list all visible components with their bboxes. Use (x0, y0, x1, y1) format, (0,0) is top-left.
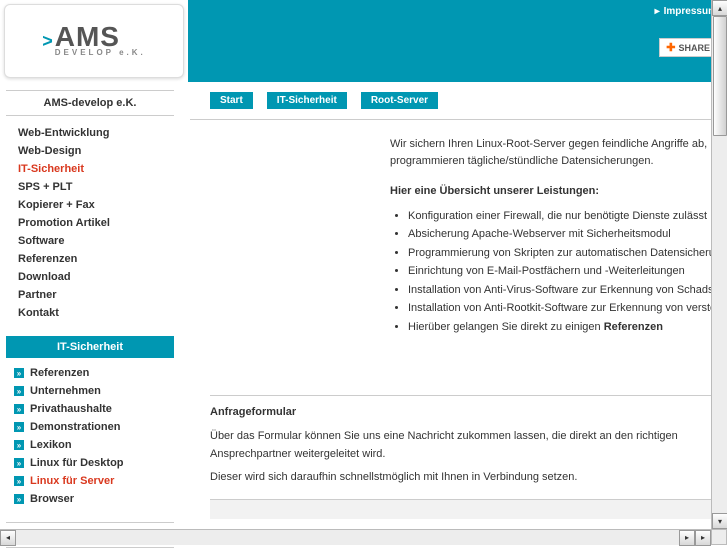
service-item: Absicherung Apache-Webserver mit Sicherh… (408, 226, 727, 243)
arrow-icon: » (14, 386, 24, 396)
nav-item-software[interactable]: Software (18, 232, 180, 250)
subnav-label: Privathaushalte (30, 403, 112, 415)
arrow-icon: » (14, 458, 24, 468)
service-item: Einrichtung von E-Mail-Postfächern und -… (408, 263, 727, 280)
services-list: Konfiguration einer Firewall, die nur be… (390, 208, 727, 336)
nav-item-partner[interactable]: Partner (18, 286, 180, 304)
nav-item-web-entwicklung[interactable]: Web-Entwicklung (18, 124, 180, 142)
service-item: Installation von Anti-Rootkit-Software z… (408, 300, 727, 317)
nav-item-kontakt[interactable]: Kontakt (18, 304, 180, 322)
nav-item-it-sicherheit[interactable]: IT-Sicherheit (18, 160, 180, 178)
service-item: Konfiguration einer Firewall, die nur be… (408, 208, 727, 225)
crumb-start[interactable]: Start (210, 92, 253, 109)
nav-item-promotion-artikel[interactable]: Promotion Artikel (18, 214, 180, 232)
logo[interactable]: > AMS DEVELOP e.K. (4, 4, 184, 78)
logo-text: AMS DEVELOP e.K. (55, 26, 146, 57)
impressum-link[interactable]: Impressum (655, 6, 717, 17)
subnav-label: Linux für Server (30, 475, 114, 487)
share-label: SHARE (678, 43, 710, 53)
sub-nav: »Referenzen»Unternehmen»Privathaushalte»… (0, 364, 180, 522)
body-text: Wir sichern Ihren Linux-Root-Server gege… (190, 120, 727, 335)
form-p1: Über das Formular können Sie uns eine Na… (210, 428, 727, 463)
subnav-label: Browser (30, 493, 74, 505)
intro-paragraph: Wir sichern Ihren Linux-Root-Server gege… (390, 136, 727, 169)
subnav-item-referenzen[interactable]: » Referenzen (14, 364, 180, 382)
scroll-right-button[interactable]: ▸ (679, 530, 695, 546)
subnav-item-linux-f-r-desktop[interactable]: » Linux für Desktop (14, 454, 180, 472)
service-item: Programmierung von Skripten zur automati… (408, 245, 727, 262)
crumb-it-sicherheit[interactable]: IT-Sicherheit (267, 92, 347, 109)
nav-item-sps-plt[interactable]: SPS + PLT (18, 178, 180, 196)
form-section: Anfrageformular Über das Formular können… (210, 395, 727, 519)
nav-item-referenzen[interactable]: Referenzen (18, 250, 180, 268)
form-box[interactable] (210, 499, 727, 519)
logo-main: AMS (55, 26, 120, 48)
scroll-down-button[interactable]: ▾ (712, 513, 727, 529)
service-item: Hierüber gelangen Sie direkt zu einigen … (408, 319, 727, 336)
referenzen-link[interactable]: Referenzen (604, 321, 663, 333)
company-title: AMS-develop e.K. (6, 90, 174, 116)
vertical-scrollbar[interactable]: ▴ ▾ (711, 0, 727, 529)
scroll-up-button[interactable]: ▴ (712, 0, 727, 16)
arrow-icon: » (14, 368, 24, 378)
share-button[interactable]: ✚ SHARE (659, 38, 717, 57)
arrow-icon: » (14, 440, 24, 450)
sidebar-subtitle: IT-Sicherheit (6, 336, 174, 358)
subnav-label: Referenzen (30, 367, 89, 379)
nav-item-download[interactable]: Download (18, 268, 180, 286)
subnav-item-demonstrationen[interactable]: » Demonstrationen (14, 418, 180, 436)
form-title: Anfrageformular (210, 406, 727, 418)
subnav-label: Unternehmen (30, 385, 101, 397)
crumb-root-server[interactable]: Root-Server (361, 92, 438, 109)
subnav-label: Demonstrationen (30, 421, 120, 433)
sidebar: AMS-develop e.K. Web-EntwicklungWeb-Desi… (0, 82, 180, 529)
main-layout: AMS-develop e.K. Web-EntwicklungWeb-Desi… (0, 82, 727, 529)
service-item: Installation von Anti-Virus-Software zur… (408, 282, 727, 299)
share-plus-icon: ✚ (666, 41, 675, 54)
scroll-right-button-2[interactable]: ▸ (695, 530, 711, 546)
breadcrumb: Start IT-Sicherheit Root-Server (190, 82, 727, 120)
arrow-icon: » (14, 404, 24, 414)
subnav-item-privathaushalte[interactable]: » Privathaushalte (14, 400, 180, 418)
arrow-icon: » (14, 422, 24, 432)
services-heading: Hier eine Übersicht unserer Leistungen: (390, 183, 727, 200)
logo-sub: DEVELOP e.K. (55, 50, 146, 56)
nav-item-web-design[interactable]: Web-Design (18, 142, 180, 160)
scroll-thumb-v[interactable] (713, 16, 727, 136)
subnav-item-unternehmen[interactable]: » Unternehmen (14, 382, 180, 400)
form-p2: Dieser wird sich daraufhin schnellstmögl… (210, 469, 727, 487)
main-nav: Web-EntwicklungWeb-DesignIT-SicherheitSP… (0, 124, 180, 336)
subnav-item-lexikon[interactable]: » Lexikon (14, 436, 180, 454)
content-area: Start IT-Sicherheit Root-Server Wir sicher… (180, 82, 727, 529)
nav-item-kopierer-fax[interactable]: Kopierer + Fax (18, 196, 180, 214)
header: > AMS DEVELOP e.K. Impressum ✚ SHARE (0, 0, 727, 82)
header-banner: Impressum ✚ SHARE (188, 0, 727, 82)
subnav-label: Linux für Desktop (30, 457, 124, 469)
horizontal-scrollbar[interactable]: ◂ ▸ ▸ (0, 529, 711, 545)
subnav-label: Lexikon (30, 439, 72, 451)
logo-arrow-icon: > (42, 31, 53, 52)
scroll-corner (711, 529, 727, 545)
arrow-icon: » (14, 494, 24, 504)
subnav-item-linux-f-r-server[interactable]: » Linux für Server (14, 472, 180, 490)
subnav-item-browser[interactable]: » Browser (14, 490, 180, 508)
scroll-left-button[interactable]: ◂ (0, 530, 16, 546)
arrow-icon: » (14, 476, 24, 486)
